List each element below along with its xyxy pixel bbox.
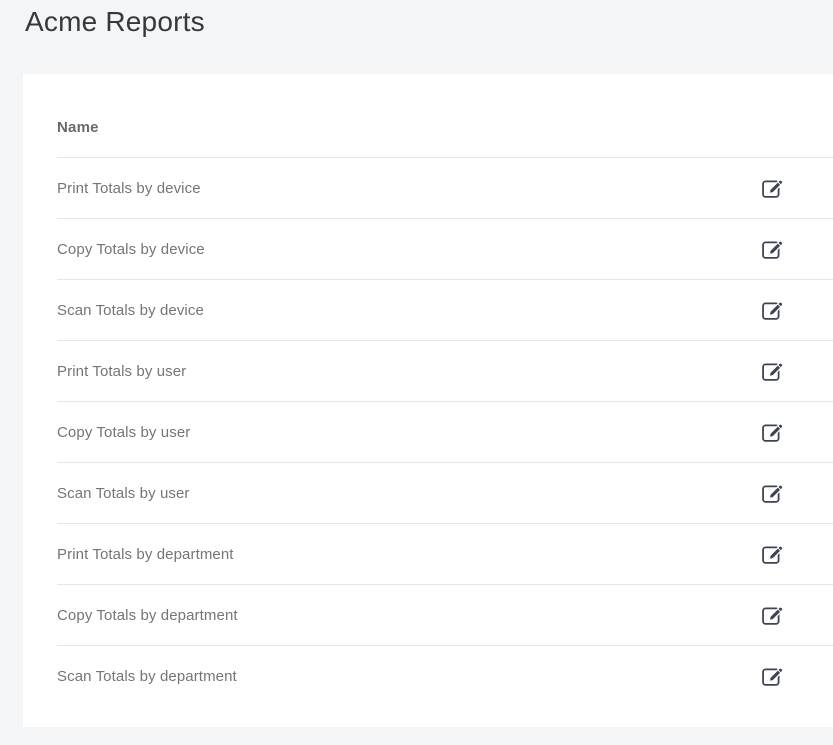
report-name-label: Copy Totals by department: [57, 607, 238, 624]
edit-report-button[interactable]: [761, 238, 783, 260]
table-row: Copy Totals by device: [57, 219, 833, 280]
edit-report-button[interactable]: [761, 421, 783, 443]
table-row: Print Totals by device: [57, 158, 833, 219]
report-rows: Print Totals by device Copy Totals by de…: [57, 158, 833, 706]
reports-page: Acme Reports Name Print Totals by device: [0, 0, 833, 745]
table-row: Copy Totals by department: [57, 585, 833, 646]
report-name-label: Scan Totals by department: [57, 668, 237, 685]
edit-report-button[interactable]: [761, 543, 783, 565]
edit-icon: [762, 361, 783, 382]
edit-report-button[interactable]: [761, 665, 783, 687]
edit-report-button[interactable]: [761, 604, 783, 626]
edit-icon: [762, 178, 783, 199]
name-column-header: Name: [57, 119, 99, 136]
table-row: Print Totals by user: [57, 341, 833, 402]
report-name-label: Print Totals by user: [57, 363, 186, 380]
edit-icon: [762, 666, 783, 687]
report-name-label: Copy Totals by user: [57, 424, 190, 441]
edit-icon: [762, 483, 783, 504]
table-row: Scan Totals by device: [57, 280, 833, 341]
report-name-label: Scan Totals by user: [57, 485, 190, 502]
report-name-label: Copy Totals by device: [57, 241, 205, 258]
edit-report-button[interactable]: [761, 177, 783, 199]
edit-icon: [762, 422, 783, 443]
table-row: Print Totals by department: [57, 524, 833, 585]
edit-report-button[interactable]: [761, 299, 783, 321]
table-header-row: Name: [57, 98, 833, 158]
table-row: Scan Totals by department: [57, 646, 833, 706]
edit-report-button[interactable]: [761, 360, 783, 382]
page-title: Acme Reports: [25, 5, 205, 39]
edit-report-button[interactable]: [761, 482, 783, 504]
edit-icon: [762, 300, 783, 321]
report-name-label: Scan Totals by device: [57, 302, 204, 319]
reports-card: Name Print Totals by device: [23, 74, 833, 727]
edit-icon: [762, 605, 783, 626]
report-name-label: Print Totals by device: [57, 180, 201, 197]
table-row: Copy Totals by user: [57, 402, 833, 463]
table-row: Scan Totals by user: [57, 463, 833, 524]
report-name-label: Print Totals by department: [57, 546, 234, 563]
edit-icon: [762, 544, 783, 565]
edit-icon: [762, 239, 783, 260]
